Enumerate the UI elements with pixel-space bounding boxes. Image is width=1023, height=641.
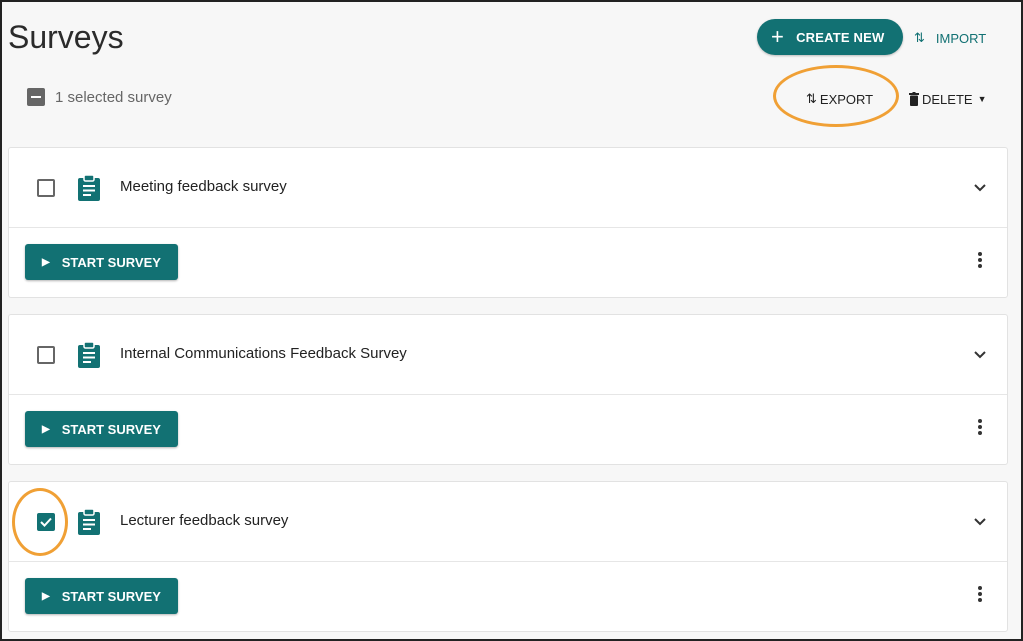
checkmark-icon bbox=[40, 517, 52, 527]
plus-icon: + bbox=[771, 24, 785, 49]
start-survey-label: START SURVEY bbox=[61, 421, 161, 437]
delete-button[interactable]: DELETE ▼ bbox=[909, 90, 987, 108]
start-survey-label: START SURVEY bbox=[61, 254, 161, 270]
clipboard-icon bbox=[78, 175, 100, 201]
play-icon: ▶ bbox=[42, 423, 50, 435]
survey-card: Meeting feedback survey ▶ START SURVEY bbox=[8, 147, 1008, 298]
start-survey-button[interactable]: ▶ START SURVEY bbox=[25, 244, 178, 280]
import-button[interactable]: ⇅ IMPORT bbox=[914, 28, 986, 48]
caret-down-icon: ▼ bbox=[977, 94, 987, 104]
survey-name: Lecturer feedback survey bbox=[120, 512, 289, 529]
select-all-checkbox[interactable] bbox=[27, 88, 45, 106]
play-icon: ▶ bbox=[42, 256, 50, 268]
swap-arrows-icon: ⇅ bbox=[806, 91, 817, 106]
start-survey-button[interactable]: ▶ START SURVEY bbox=[25, 578, 178, 614]
survey-card: Lecturer feedback survey ▶ START SURVEY bbox=[8, 481, 1008, 632]
more-options-icon[interactable] bbox=[977, 584, 983, 604]
app-window: Surveys + CREATE NEW ⇅ IMPORT 1 selected… bbox=[0, 0, 1023, 641]
import-label: IMPORT bbox=[935, 30, 987, 46]
start-survey-label: START SURVEY bbox=[61, 588, 161, 604]
create-new-button[interactable]: + CREATE NEW bbox=[757, 19, 903, 55]
survey-checkbox[interactable] bbox=[37, 346, 55, 364]
play-icon: ▶ bbox=[42, 590, 50, 602]
delete-label: DELETE bbox=[922, 91, 973, 107]
survey-card-footer: ▶ START SURVEY bbox=[9, 228, 1007, 297]
clipboard-icon bbox=[78, 342, 100, 368]
survey-card-footer: ▶ START SURVEY bbox=[9, 395, 1007, 464]
survey-card-header[interactable]: Meeting feedback survey bbox=[9, 148, 1007, 228]
survey-card-header[interactable]: Lecturer feedback survey bbox=[9, 482, 1007, 562]
survey-card-header[interactable]: Internal Communications Feedback Survey bbox=[9, 315, 1007, 395]
swap-arrows-icon: ⇅ bbox=[914, 30, 925, 45]
more-options-icon[interactable] bbox=[977, 250, 983, 270]
survey-name: Internal Communications Feedback Survey bbox=[120, 345, 407, 362]
survey-card: Internal Communications Feedback Survey … bbox=[8, 314, 1008, 465]
clipboard-icon bbox=[78, 509, 100, 535]
survey-name: Meeting feedback survey bbox=[120, 178, 287, 195]
chevron-down-icon[interactable] bbox=[973, 181, 987, 195]
survey-card-footer: ▶ START SURVEY bbox=[9, 562, 1007, 631]
chevron-down-icon[interactable] bbox=[973, 515, 987, 529]
trash-icon bbox=[909, 92, 919, 106]
start-survey-button[interactable]: ▶ START SURVEY bbox=[25, 411, 178, 447]
export-button[interactable]: ⇅ EXPORT bbox=[806, 90, 873, 108]
chevron-down-icon[interactable] bbox=[973, 348, 987, 362]
more-options-icon[interactable] bbox=[977, 417, 983, 437]
indeterminate-icon bbox=[31, 96, 41, 98]
survey-checkbox[interactable] bbox=[37, 513, 55, 531]
survey-checkbox[interactable] bbox=[37, 179, 55, 197]
page-title: Surveys bbox=[8, 19, 124, 55]
export-label: EXPORT bbox=[819, 91, 874, 107]
create-new-label: CREATE NEW bbox=[796, 29, 885, 45]
selection-count: 1 selected survey bbox=[55, 89, 172, 106]
